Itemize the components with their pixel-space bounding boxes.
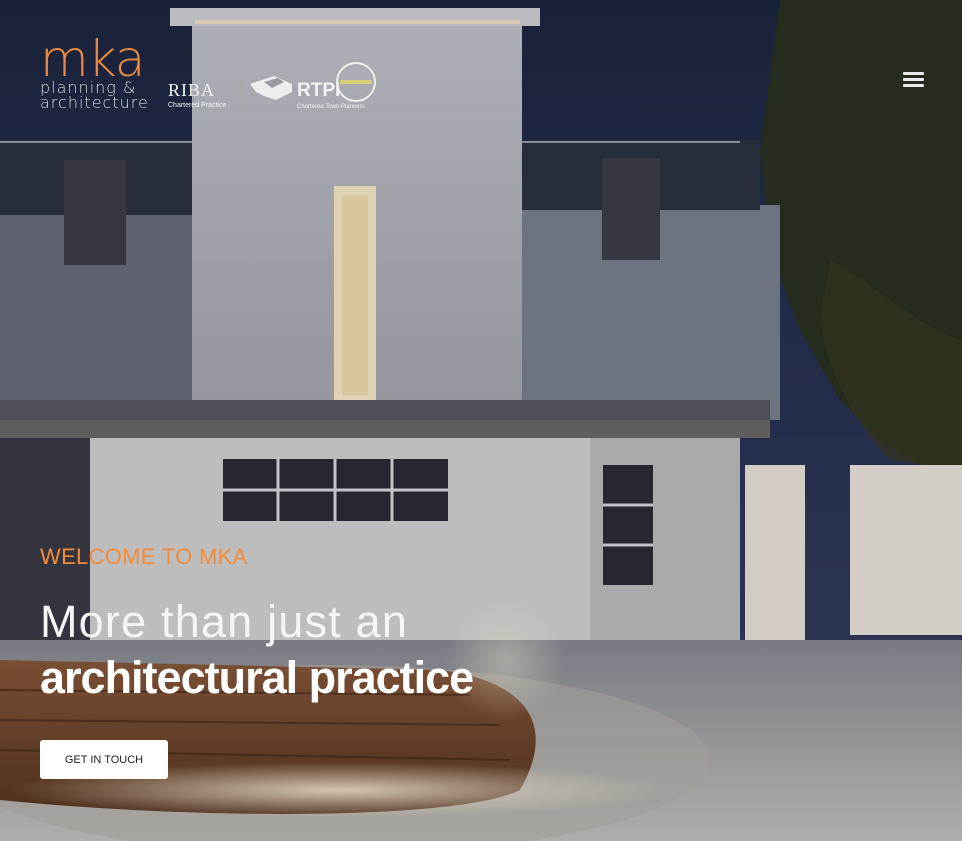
hero-background-image xyxy=(0,0,962,841)
hamburger-menu-icon[interactable] xyxy=(902,70,926,90)
badge-divider xyxy=(240,80,241,117)
hero-section: mka planning & architecture RIBA Charter… xyxy=(0,0,962,841)
get-in-touch-button[interactable]: GET IN TOUCH xyxy=(40,740,168,779)
mka-logo[interactable]: mka planning & architecture xyxy=(40,30,149,112)
hamburger-bar xyxy=(903,84,924,87)
hamburger-bar xyxy=(903,78,924,81)
hero-headline-line1: More than just an xyxy=(40,596,409,647)
riba-caption: Chartered Practice xyxy=(168,102,227,109)
logo-wordmark: mka xyxy=(40,30,145,88)
riba-badge: RIBA Chartered Practice xyxy=(168,80,226,109)
rtpi-caption: Chartered Town Planners xyxy=(297,104,365,110)
rtpi-mark: RTPI xyxy=(297,80,341,101)
hero-eyebrow: WELCOME TO MKA xyxy=(40,544,248,569)
hamburger-bar xyxy=(903,72,924,75)
logo-tagline-line2: architecture xyxy=(40,93,149,112)
riba-mark: RIBA xyxy=(168,80,216,100)
hero-headline-line2: architectural practice xyxy=(40,652,474,703)
